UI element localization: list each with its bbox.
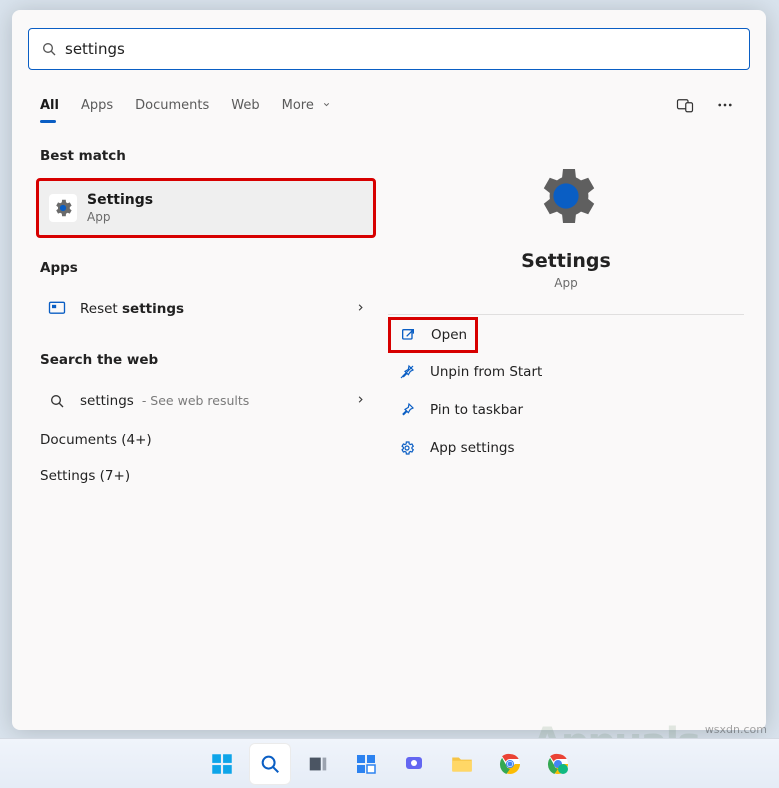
open-icon bbox=[399, 326, 417, 344]
row-label: Reset settings bbox=[80, 301, 184, 317]
best-match-settings[interactable]: Settings App bbox=[36, 178, 376, 238]
tab-web[interactable]: Web bbox=[231, 94, 259, 117]
taskbar-start[interactable] bbox=[201, 743, 243, 785]
best-match-text: Settings App bbox=[87, 192, 153, 224]
web-result-settings[interactable]: settings - See web results bbox=[36, 380, 376, 422]
apps-header: Apps bbox=[36, 260, 376, 276]
action-open-label: Open bbox=[431, 327, 467, 343]
documents-group[interactable]: Documents (4+) bbox=[36, 422, 376, 458]
start-search-window: All Apps Documents Web More Best match bbox=[12, 10, 766, 730]
share-across-devices-icon[interactable] bbox=[672, 92, 698, 118]
chevron-right-icon bbox=[355, 393, 366, 409]
settings-group[interactable]: Settings (7+) bbox=[36, 458, 376, 494]
action-open-wrapper: Open bbox=[388, 317, 744, 353]
pin-icon bbox=[398, 401, 416, 419]
action-pin-taskbar-label: Pin to taskbar bbox=[430, 402, 523, 418]
apps-result-reset-settings[interactable]: Reset settings bbox=[36, 288, 376, 330]
chevron-right-icon bbox=[355, 301, 366, 317]
detail-subtitle: App bbox=[554, 276, 577, 290]
system-icon bbox=[46, 298, 68, 320]
taskbar-chrome[interactable] bbox=[489, 743, 531, 785]
search-box[interactable] bbox=[28, 28, 750, 70]
gear-icon bbox=[49, 194, 77, 222]
detail-hero: Settings App bbox=[388, 148, 744, 290]
tab-more-label: More bbox=[282, 98, 314, 113]
search-web-header: Search the web bbox=[36, 352, 376, 368]
search-icon bbox=[46, 390, 68, 412]
search-input[interactable] bbox=[65, 40, 737, 58]
tab-documents[interactable]: Documents bbox=[135, 94, 209, 117]
tab-apps[interactable]: Apps bbox=[81, 94, 113, 117]
gear-icon bbox=[530, 160, 602, 236]
taskbar-explorer[interactable] bbox=[441, 743, 483, 785]
best-match-subtitle: App bbox=[87, 210, 153, 224]
action-app-settings[interactable]: App settings bbox=[388, 429, 744, 467]
best-match-header: Best match bbox=[36, 148, 376, 164]
tab-more[interactable]: More bbox=[282, 94, 331, 117]
divider bbox=[388, 314, 744, 315]
taskbar-chrome-profile[interactable] bbox=[537, 743, 579, 785]
row-label-prefix: Reset bbox=[80, 301, 122, 317]
taskbar-search[interactable] bbox=[249, 743, 291, 785]
action-unpin-start[interactable]: Unpin from Start bbox=[388, 353, 744, 391]
content-area: Best match Settings App Apps Reset setti… bbox=[28, 148, 750, 494]
action-pin-taskbar[interactable]: Pin to taskbar bbox=[388, 391, 744, 429]
action-unpin-label: Unpin from Start bbox=[430, 364, 542, 380]
taskbar bbox=[0, 738, 779, 788]
tab-all[interactable]: All bbox=[40, 94, 59, 117]
results-column: Best match Settings App Apps Reset setti… bbox=[28, 148, 376, 494]
row-label-term: settings bbox=[80, 393, 134, 409]
taskbar-widgets[interactable] bbox=[345, 743, 387, 785]
search-icon bbox=[41, 41, 57, 57]
taskbar-taskview[interactable] bbox=[297, 743, 339, 785]
row-label-hint: - See web results bbox=[138, 393, 249, 408]
best-match-title: Settings bbox=[87, 192, 153, 208]
action-app-settings-label: App settings bbox=[430, 440, 515, 456]
tabs: All Apps Documents Web More bbox=[28, 88, 750, 122]
row-label-bold: settings bbox=[122, 301, 184, 317]
watermark-text: wsxdn.com bbox=[705, 723, 767, 736]
more-options-icon[interactable] bbox=[712, 92, 738, 118]
gear-icon bbox=[398, 439, 416, 457]
detail-column: Settings App Open Unpin bbox=[376, 148, 750, 494]
header-actions bbox=[672, 92, 738, 118]
chevron-down-icon bbox=[322, 98, 331, 113]
taskbar-chat[interactable] bbox=[393, 743, 435, 785]
detail-title: Settings bbox=[521, 250, 611, 272]
unpin-icon bbox=[398, 363, 416, 381]
highlight-open: Open bbox=[388, 317, 478, 353]
row-label: settings - See web results bbox=[80, 393, 249, 409]
action-open[interactable]: Open bbox=[399, 326, 467, 344]
